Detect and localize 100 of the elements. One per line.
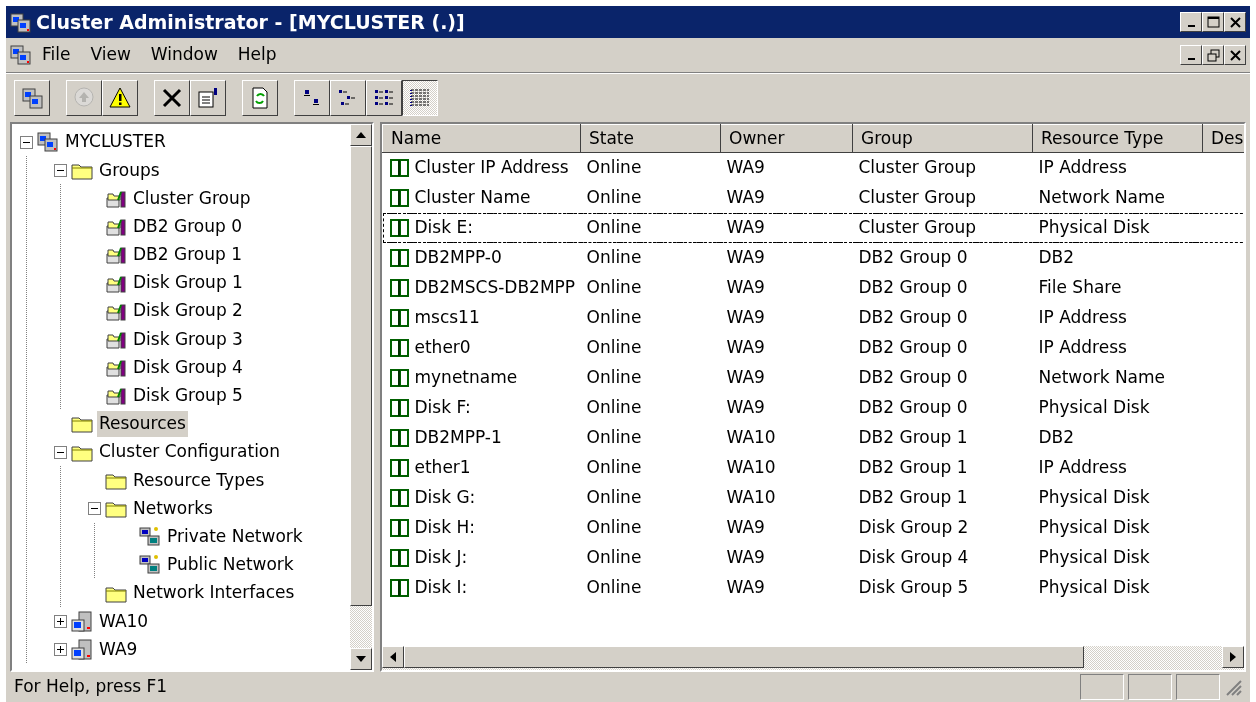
menu-item[interactable]: Window — [140, 42, 228, 68]
book-icon — [388, 517, 411, 538]
tree-item[interactable]: Disk Group 3 — [131, 326, 245, 353]
tree-item[interactable]: Resource Types — [131, 467, 267, 494]
table-cell: Online — [586, 216, 642, 237]
tree-item[interactable]: Resources — [97, 411, 188, 437]
resize-grip-icon[interactable] — [1224, 678, 1242, 696]
table-cell: IP Address — [1038, 336, 1127, 357]
collapse-icon[interactable] — [88, 502, 101, 516]
tree-item[interactable]: Private Network — [165, 523, 305, 550]
table-cell: WA9 — [726, 396, 765, 417]
tree-item[interactable]: MYCLUSTER — [63, 129, 168, 155]
scroll-thumb[interactable] — [404, 646, 1084, 668]
tree-item[interactable]: Disk Group 5 — [131, 383, 245, 409]
column-header[interactable]: Group — [852, 124, 1033, 153]
down-arrow-icon — [356, 656, 366, 662]
table-cell: Online — [586, 336, 642, 357]
book-icon — [388, 397, 411, 418]
collapse-icon[interactable] — [54, 163, 67, 177]
column-header[interactable]: Name — [382, 124, 581, 153]
scroll-thumb[interactable] — [350, 146, 372, 606]
table-cell: WA9 — [726, 546, 765, 567]
column-header[interactable]: State — [580, 124, 721, 153]
table-cell: WA10 — [726, 426, 776, 447]
table-cell: Network Name — [1038, 186, 1166, 207]
app-icon — [10, 12, 32, 34]
warning-icon — [108, 85, 132, 110]
horizontal-scrollbar[interactable] — [382, 646, 1244, 670]
tree-item[interactable]: WA9 — [97, 636, 140, 663]
network-icon — [139, 526, 161, 548]
scroll-left-button[interactable] — [382, 646, 404, 668]
table-cell: IP Address — [1038, 157, 1127, 177]
table-cell: Disk Group 5 — [858, 576, 969, 597]
properties-icon — [196, 85, 220, 110]
status-panel — [1128, 674, 1172, 700]
scroll-down-button[interactable] — [350, 648, 372, 670]
column-header[interactable]: Resource Type — [1032, 124, 1203, 153]
table-cell: Online — [586, 157, 642, 177]
table-cell: WA9 — [726, 366, 765, 387]
column-header[interactable]: Owner — [720, 124, 853, 153]
table-cell-text: ether0 — [414, 335, 471, 359]
status-panel — [1080, 674, 1124, 700]
book-icon — [388, 157, 411, 179]
maximize-button[interactable] — [1202, 12, 1224, 32]
expand-icon[interactable] — [54, 614, 67, 628]
group-icon — [105, 216, 127, 238]
vertical-scrollbar[interactable] — [350, 124, 372, 670]
scroll-right-button[interactable] — [1222, 646, 1244, 668]
tree-item[interactable]: Cluster Group — [131, 185, 253, 212]
close-icon — [1227, 14, 1243, 30]
network-icon — [139, 554, 161, 576]
tree-item[interactable]: Disk Group 2 — [131, 298, 245, 324]
menu-item[interactable]: Help — [227, 42, 287, 68]
collapse-icon[interactable] — [20, 135, 33, 149]
table-cell: Physical Disk — [1038, 576, 1150, 597]
close-button[interactable] — [1224, 12, 1246, 32]
table-cell-text: Disk G: — [414, 485, 476, 509]
tree-item[interactable]: DB2 Group 1 — [131, 242, 244, 268]
collapse-icon[interactable] — [54, 445, 67, 459]
table-cell: WA9 — [726, 246, 765, 267]
cluster-icon — [20, 85, 44, 110]
table-cell: Cluster Group — [858, 216, 976, 237]
table-cell: Disk Group 4 — [858, 546, 969, 567]
tree-item[interactable]: Network Interfaces — [131, 580, 297, 606]
tree-item[interactable]: Disk Group 4 — [131, 354, 245, 381]
book-icon — [388, 367, 411, 388]
tree-item[interactable]: DB2 Group 0 — [131, 213, 244, 240]
minimize-button[interactable] — [1180, 45, 1202, 65]
table-cell-text: Disk F: — [414, 395, 471, 419]
table-cell: IP Address — [1038, 456, 1127, 477]
tree-item[interactable]: Networks — [131, 495, 215, 522]
close-button[interactable] — [1224, 45, 1246, 65]
tree-item[interactable]: Public Network — [165, 552, 296, 578]
table-cell: WA9 — [726, 516, 765, 537]
tree-item[interactable]: Disk Group 1 — [131, 270, 245, 296]
table-cell: DB2 — [1038, 246, 1075, 267]
scroll-up-button[interactable] — [350, 124, 372, 146]
table-cell: DB2 Group 1 — [858, 456, 968, 477]
book-icon — [388, 487, 411, 508]
tree-item[interactable]: Groups — [97, 157, 162, 184]
restore-button[interactable] — [1202, 45, 1224, 65]
table-cell: Physical Disk — [1038, 546, 1150, 567]
column-header[interactable]: Des — [1202, 124, 1244, 153]
right-arrow-icon — [1230, 652, 1236, 662]
menu-item[interactable]: File — [32, 42, 81, 68]
up-arrow-icon — [72, 85, 96, 110]
table-cell: WA9 — [726, 576, 765, 597]
document-icon — [10, 44, 32, 66]
expand-icon[interactable] — [54, 642, 67, 656]
minimize-button[interactable] — [1180, 12, 1202, 32]
table-cell: Online — [586, 576, 642, 597]
group-icon — [105, 357, 127, 379]
menu-item[interactable]: View — [80, 42, 141, 68]
table-cell: Online — [586, 456, 642, 477]
tree-item[interactable]: Cluster Configuration — [97, 439, 283, 465]
table-cell: WA9 — [726, 336, 765, 357]
toolbar-button[interactable] — [402, 79, 438, 116]
focused-row[interactable]: Disk E: Online WA9 Cluster Group Physical Disk — [382, 212, 1244, 243]
table-cell-text: Cluster IP Address — [414, 156, 569, 179]
tree-item[interactable]: WA10 — [97, 608, 151, 635]
